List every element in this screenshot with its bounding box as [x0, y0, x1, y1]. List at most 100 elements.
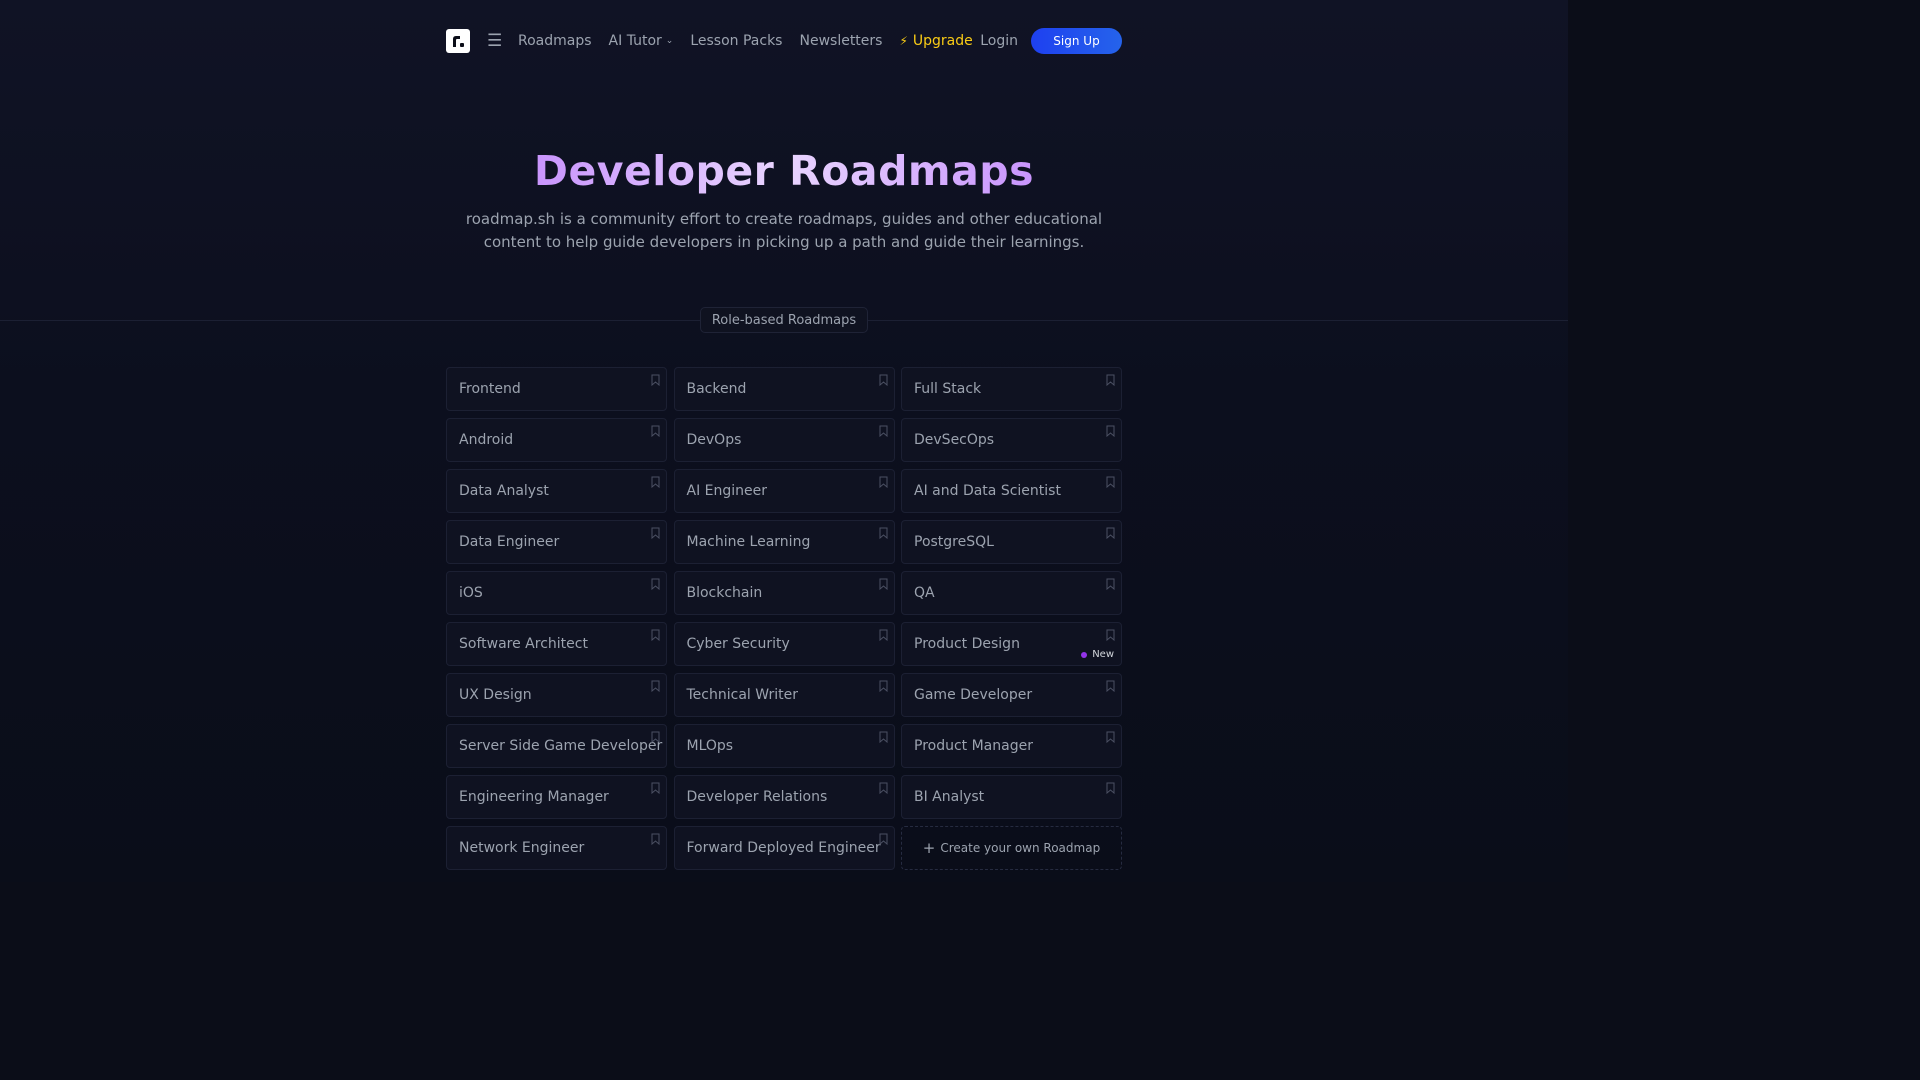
bookmark-icon[interactable] — [879, 731, 888, 744]
roadmap-card-label: Product Design — [914, 636, 1020, 652]
plus-icon: + — [922, 839, 936, 857]
roadmap-card[interactable]: DevSecOps — [901, 418, 1122, 462]
bookmark-icon[interactable] — [879, 527, 888, 540]
roadmap-card-label: QA — [914, 585, 935, 601]
bookmark-icon[interactable] — [879, 425, 888, 438]
bookmark-icon[interactable] — [1106, 629, 1115, 642]
roadmap-card-label: AI and Data Scientist — [914, 483, 1061, 499]
roadmap-card-label: Forward Deployed Engineer — [686, 840, 881, 856]
bookmark-icon[interactable] — [1106, 578, 1115, 591]
roadmap-card[interactable]: Product Manager — [901, 724, 1122, 768]
nav-link-label: Newsletters — [799, 33, 883, 49]
bookmark-icon[interactable] — [1106, 476, 1115, 489]
roadmap-card[interactable]: Server Side Game Developer — [446, 724, 667, 768]
roadmap-card[interactable]: BI Analyst — [901, 775, 1122, 819]
roadmap-card[interactable]: PostgreSQL — [901, 520, 1122, 564]
roadmap-card[interactable]: Network Engineer — [446, 826, 667, 870]
roadmap-card-label: PostgreSQL — [914, 534, 994, 550]
bookmark-icon[interactable] — [879, 782, 888, 795]
bookmark-icon[interactable] — [1106, 425, 1115, 438]
bookmark-icon[interactable] — [1106, 527, 1115, 540]
login-link[interactable]: Login — [980, 33, 1018, 49]
roadmap-card[interactable]: Game Developer — [901, 673, 1122, 717]
bookmark-icon[interactable] — [651, 527, 660, 540]
roadmap-card-label: Data Analyst — [459, 483, 549, 499]
roadmap-card[interactable]: Data Engineer — [446, 520, 667, 564]
roadmap-card[interactable]: Machine Learning — [673, 520, 895, 564]
roadmap-card-label: MLOps — [686, 738, 734, 754]
roadmap-card[interactable]: AI Engineer — [673, 469, 895, 513]
roadmap-card[interactable]: DevOps — [673, 418, 895, 462]
bookmark-icon[interactable] — [651, 680, 660, 693]
new-dot-icon — [1081, 651, 1088, 658]
bookmark-icon[interactable] — [651, 833, 660, 846]
nav-link-label: AI Tutor — [608, 33, 662, 49]
roadmap-card[interactable]: Forward Deployed Engineer — [673, 826, 895, 870]
roadmap-card[interactable]: Data Analyst — [446, 469, 667, 513]
page-subtitle: roadmap.sh is a community effort to crea… — [465, 210, 1103, 251]
bookmark-icon[interactable] — [651, 629, 660, 642]
nav-link-roadmaps[interactable]: Roadmaps — [518, 33, 592, 49]
roadmap-card[interactable]: Frontend — [446, 367, 667, 411]
roadmap-card[interactable]: MLOps — [673, 724, 895, 768]
new-badge-label: New — [1092, 649, 1114, 660]
bookmark-icon[interactable] — [651, 425, 660, 438]
upgrade-link[interactable]: ⚡ Upgrade — [899, 33, 972, 49]
bookmark-icon[interactable] — [651, 476, 660, 489]
roadmap-card[interactable]: Product Design New — [901, 622, 1122, 666]
roadmap-card[interactable]: Full Stack — [901, 367, 1122, 411]
bookmark-icon[interactable] — [879, 680, 888, 693]
nav-link-lesson-packs[interactable]: Lesson Packs — [690, 33, 782, 49]
create-roadmap-button[interactable]: + Create your own Roadmap — [901, 826, 1122, 870]
bookmark-icon[interactable] — [651, 578, 660, 591]
roadmap-card-label: BI Analyst — [914, 789, 985, 805]
bookmark-icon[interactable] — [1106, 782, 1115, 795]
roadmap-card-label: Software Architect — [459, 636, 588, 652]
bookmark-icon[interactable] — [1106, 374, 1115, 387]
roadmap-card-label: DevSecOps — [914, 432, 995, 448]
nav-link-ai-tutor[interactable]: AI Tutor ⌄ — [609, 33, 674, 49]
roadmap-card-label: Backend — [686, 381, 747, 397]
roadmap-card-label: Data Engineer — [459, 534, 560, 550]
section-label-role-based: Role-based Roadmaps — [700, 307, 868, 333]
roadmap-card-label: Technical Writer — [686, 687, 798, 703]
signup-button[interactable]: Sign Up — [1031, 28, 1122, 54]
roadmap-card[interactable]: Cyber Security — [673, 622, 895, 666]
roadmap-card[interactable]: Technical Writer — [673, 673, 895, 717]
bookmark-icon[interactable] — [879, 629, 888, 642]
roadmap-card-label: AI Engineer — [686, 483, 768, 499]
roadmap-card[interactable]: Software Architect — [446, 622, 667, 666]
roadmap-card[interactable]: AI and Data Scientist — [901, 469, 1122, 513]
bookmark-icon[interactable] — [651, 782, 660, 795]
roadmap-card[interactable]: Developer Relations — [673, 775, 895, 819]
roadmap-card-label: Machine Learning — [686, 534, 811, 550]
bookmark-icon[interactable] — [651, 374, 660, 387]
bookmark-icon[interactable] — [1106, 731, 1115, 744]
nav-link-newsletters[interactable]: Newsletters — [799, 33, 882, 49]
roadmap-card[interactable]: Blockchain — [673, 571, 895, 615]
roadmap-card-label: Blockchain — [686, 585, 763, 601]
bookmark-icon[interactable] — [651, 731, 660, 744]
hamburger-menu-icon[interactable]: ☰ — [487, 32, 502, 50]
roadmap-grid: Frontend Backend Full Stack Android DevOps De… — [446, 367, 1122, 870]
chevron-down-icon: ⌄ — [665, 36, 674, 46]
page-title: Developer Roadmaps — [0, 145, 1568, 197]
roadmap-card-label: DevOps — [686, 432, 742, 448]
roadmap-card-label: Developer Relations — [686, 789, 828, 805]
bookmark-icon[interactable] — [879, 833, 888, 846]
roadmap-card[interactable]: Backend — [673, 367, 895, 411]
bookmark-icon[interactable] — [879, 476, 888, 489]
roadmap-card-label: Android — [459, 432, 514, 448]
roadmap-card[interactable]: QA — [901, 571, 1122, 615]
roadmap-card[interactable]: Engineering Manager — [446, 775, 667, 819]
nav-link-label: Roadmaps — [518, 33, 592, 49]
roadmap-card[interactable]: UX Design — [446, 673, 667, 717]
bookmark-icon[interactable] — [879, 578, 888, 591]
bookmark-icon[interactable] — [879, 374, 888, 387]
roadmap-card[interactable]: iOS — [446, 571, 667, 615]
bookmark-icon[interactable] — [1106, 680, 1115, 693]
roadmap-card[interactable]: Android — [446, 418, 667, 462]
nav-link-label: Lesson Packs — [690, 33, 783, 49]
roadmap-card-label: Server Side Game Developer — [459, 738, 663, 754]
roadmap-logo-icon[interactable] — [446, 29, 470, 53]
